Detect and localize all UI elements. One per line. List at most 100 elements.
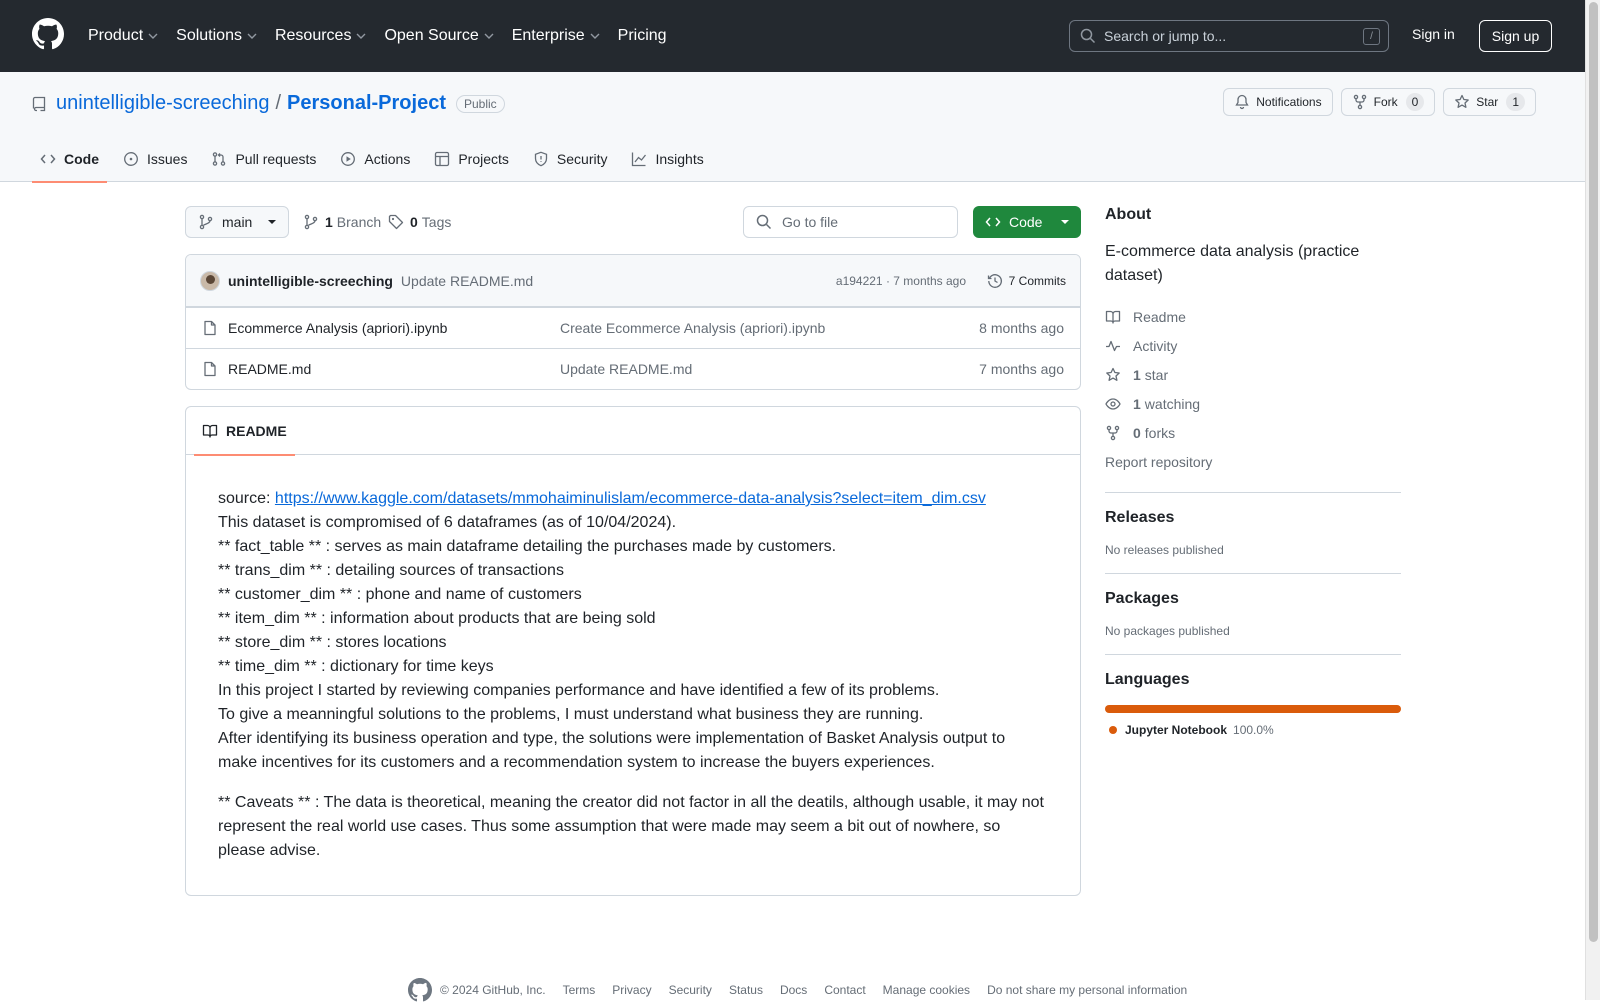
footer-link[interactable]: Docs <box>780 983 807 997</box>
file-name-link[interactable]: README.md <box>228 361 558 377</box>
code-dropdown-button[interactable]: Code <box>973 206 1081 238</box>
avatar[interactable] <box>200 270 220 291</box>
watchers-link[interactable]: 1 watching <box>1105 389 1401 418</box>
table-row: README.md Update README.md 7 months ago <box>186 348 1080 389</box>
issue-icon <box>124 152 138 166</box>
footer-link[interactable]: Contact <box>824 983 865 997</box>
nav-label: Open Source <box>384 27 479 44</box>
shield-icon <box>534 151 548 167</box>
tab-actions[interactable]: Actions <box>332 136 418 182</box>
file-browser: unintelligible-screeching Update README.… <box>185 254 1081 390</box>
readme-link[interactable]: Readme <box>1105 302 1401 331</box>
activity-link-label: Activity <box>1133 337 1178 354</box>
commit-message-link[interactable]: Update README.md <box>401 273 533 289</box>
packages-heading[interactable]: Packages <box>1105 590 1401 608</box>
star-button[interactable]: Star 1 <box>1443 88 1536 116</box>
footer-link[interactable]: Privacy <box>612 983 651 997</box>
nav-resources[interactable]: Resources <box>275 27 366 45</box>
branch-count: 1 <box>325 214 333 230</box>
repo-name-link[interactable]: Personal-Project <box>287 92 446 115</box>
sign-up-button[interactable]: Sign up <box>1479 20 1552 52</box>
packages-empty-text: No packages published <box>1105 624 1230 638</box>
footer-link[interactable]: Do not share my personal information <box>987 983 1187 997</box>
nav-pricing[interactable]: Pricing <box>618 27 667 45</box>
tab-pull-requests[interactable]: Pull requests <box>203 136 324 182</box>
language-item[interactable]: Jupyter Notebook 100.0% <box>1109 723 1401 737</box>
footer-link[interactable]: Security <box>669 983 712 997</box>
sign-in-link[interactable]: Sign in <box>1412 26 1455 42</box>
page-scrollbar[interactable] <box>1585 0 1600 1000</box>
fork-icon <box>1353 94 1366 110</box>
readme-panel: README source: https://www.kaggle.com/da… <box>185 406 1081 896</box>
tab-security[interactable]: Security <box>525 136 616 182</box>
star-count: 1 <box>1506 93 1525 111</box>
tab-label: Code <box>64 151 99 167</box>
repo-title: unintelligible-screeching / Personal-Pro… <box>32 92 505 115</box>
table-row: Ecommerce Analysis (apriori).ipynb Creat… <box>186 307 1080 348</box>
commit-author-link[interactable]: unintelligible-screeching <box>228 273 393 289</box>
file-commit-message-link[interactable]: Update README.md <box>560 361 692 377</box>
footer-link[interactable]: Terms <box>563 983 596 997</box>
global-search-input[interactable]: Search or jump to... / <box>1069 20 1389 52</box>
notifications-button[interactable]: Notifications <box>1223 88 1333 116</box>
tab-label: Actions <box>364 151 411 167</box>
divider <box>1105 654 1401 655</box>
scrollbar-thumb[interactable] <box>1589 2 1598 942</box>
source-link[interactable]: https://www.kaggle.com/datasets/mmohaimi… <box>275 490 986 507</box>
repo-path-separator: / <box>275 92 282 114</box>
nav-label: Pricing <box>617 27 667 44</box>
file-icon <box>204 361 216 377</box>
readme-line: ** store_dim ** : stores locations <box>218 634 447 651</box>
forks-link[interactable]: 0 forks <box>1105 418 1401 447</box>
nav-product[interactable]: Product <box>88 27 158 45</box>
report-repository-link[interactable]: Report repository <box>1105 447 1401 476</box>
readme-line: ** fact_table ** : serves as main datafr… <box>218 538 837 555</box>
tab-insights[interactable]: Insights <box>623 136 711 182</box>
tab-projects[interactable]: Projects <box>426 136 517 182</box>
nav-label: Enterprise <box>511 27 585 44</box>
stars-link[interactable]: 1 star <box>1105 360 1401 389</box>
readme-tab[interactable]: README <box>194 407 295 456</box>
commits-history-link[interactable]: 7 Commits <box>987 273 1066 289</box>
bell-icon <box>1235 94 1249 110</box>
branch-select-button[interactable]: main <box>185 206 289 238</box>
search-icon <box>756 214 772 230</box>
branch-label: Branch <box>336 214 382 230</box>
go-to-file-input[interactable]: Go to file <box>743 206 958 238</box>
tab-label: Insights <box>655 151 704 167</box>
readme-line: To give a meanningful solutions to the p… <box>218 706 924 723</box>
commit-hash-time[interactable]: a194221 · 7 months ago <box>836 274 966 288</box>
nav-enterprise[interactable]: Enterprise <box>512 27 600 45</box>
book-icon <box>202 424 218 438</box>
tab-issues[interactable]: Issues <box>115 136 195 182</box>
watchers-label: watching <box>1144 395 1201 412</box>
file-icon <box>204 320 216 336</box>
branch-icon <box>304 214 318 230</box>
nav-open-source[interactable]: Open Source <box>384 27 494 45</box>
tags-link[interactable]: 0 Tags <box>388 214 451 230</box>
global-header: Product Solutions Resources Open Source … <box>0 0 1585 72</box>
file-name-link[interactable]: Ecommerce Analysis (apriori).ipynb <box>228 320 558 336</box>
file-commit-date: 8 months ago <box>979 320 1064 336</box>
footer-link[interactable]: Manage cookies <box>883 983 970 997</box>
releases-heading[interactable]: Releases <box>1105 509 1401 527</box>
tab-code[interactable]: Code <box>32 136 107 183</box>
visibility-badge: Public <box>455 94 505 113</box>
file-commit-message-link[interactable]: Create Ecommerce Analysis (apriori).ipyn… <box>560 320 825 336</box>
repo-actions: Notifications Fork 0 Star 1 <box>1215 88 1536 116</box>
nav-solutions[interactable]: Solutions <box>176 27 257 45</box>
fork-button[interactable]: Fork 0 <box>1340 88 1436 116</box>
chevron-down-icon <box>247 33 257 39</box>
source-prefix: source: <box>218 490 275 507</box>
readme-content: source: https://www.kaggle.com/datasets/… <box>186 455 1080 911</box>
book-icon <box>1105 310 1121 324</box>
footer-link[interactable]: Status <box>729 983 763 997</box>
github-logo-icon[interactable] <box>32 18 64 50</box>
activity-link[interactable]: Activity <box>1105 331 1401 360</box>
github-logo-icon[interactable] <box>408 978 432 1002</box>
readme-line: In this project I started by reviewing c… <box>218 682 940 699</box>
branches-link[interactable]: 1 Branch <box>303 214 381 230</box>
repo-owner-link[interactable]: unintelligible-screeching <box>56 92 269 115</box>
forks-label: forks <box>1144 424 1176 441</box>
star-label: Star <box>1476 95 1499 109</box>
